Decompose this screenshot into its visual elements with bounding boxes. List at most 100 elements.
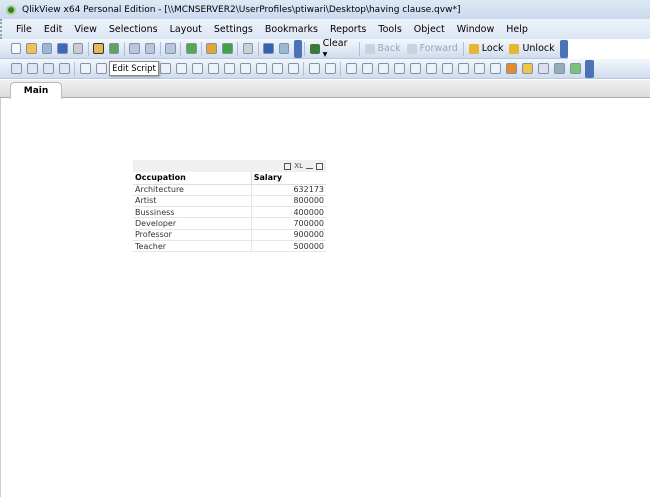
- toolbar-overflow-button[interactable]: [585, 59, 594, 78]
- print-icon[interactable]: [72, 43, 84, 54]
- salary-cell[interactable]: 632173: [250, 184, 326, 196]
- reload-data-icon[interactable]: [108, 43, 120, 54]
- toolbar-overflow-button[interactable]: [293, 39, 303, 58]
- salary-cell[interactable]: 900000: [250, 229, 326, 241]
- grid-icon[interactable]: [473, 63, 485, 74]
- table-row[interactable]: Architecture 632173: [133, 184, 326, 196]
- menu-edit[interactable]: Edit: [38, 24, 68, 35]
- menu-selections[interactable]: Selections: [103, 24, 164, 35]
- edit-script-icon[interactable]: [93, 43, 104, 54]
- clear-button[interactable]: Clear ▾: [307, 38, 356, 60]
- menu-view[interactable]: View: [68, 24, 103, 35]
- properties-icon[interactable]: [537, 63, 549, 74]
- back-button[interactable]: Back: [362, 43, 404, 54]
- table-row[interactable]: Developer 700000: [133, 217, 326, 230]
- new-icon[interactable]: [10, 43, 22, 54]
- menu-layout[interactable]: Layout: [164, 24, 208, 35]
- statistics-icon[interactable]: [95, 63, 107, 74]
- menu-reports[interactable]: Reports: [324, 24, 372, 35]
- occupation-cell[interactable]: Bussiness: [133, 206, 252, 219]
- document-icon[interactable]: [569, 63, 581, 74]
- save-icon[interactable]: [57, 43, 68, 54]
- search-object-icon[interactable]: [239, 63, 251, 74]
- occupation-cell[interactable]: Professor: [133, 229, 252, 241]
- favorite-icon[interactable]: [222, 43, 233, 54]
- move-right-icon[interactable]: [42, 63, 54, 74]
- slider-icon[interactable]: [207, 63, 219, 74]
- salary-cell[interactable]: 400000: [250, 206, 326, 219]
- toolbar-separator: [87, 41, 89, 56]
- undo-icon[interactable]: [129, 43, 140, 54]
- search-icon[interactable]: [165, 43, 176, 54]
- occupation-cell[interactable]: Artist: [133, 195, 252, 208]
- layer-icon[interactable]: [521, 63, 533, 74]
- align-middle-icon[interactable]: [409, 63, 421, 74]
- menu-file[interactable]: File: [10, 24, 38, 35]
- menu-settings[interactable]: Settings: [208, 24, 259, 35]
- toolbar-separator: [462, 41, 464, 56]
- align-bottom-icon[interactable]: [425, 63, 437, 74]
- space-h-icon[interactable]: [441, 63, 453, 74]
- toolbar-overflow-button[interactable]: [559, 39, 569, 58]
- calendar-icon[interactable]: [271, 63, 283, 74]
- straight-table[interactable]: XL Occupation Salary Architecture 632173 Art…: [133, 160, 326, 253]
- column-header-occupation[interactable]: Occupation: [133, 172, 252, 185]
- bookmark-icon[interactable]: [223, 63, 235, 74]
- chart-icon[interactable]: [206, 43, 218, 54]
- excel-icon[interactable]: XL: [294, 162, 303, 170]
- occupation-cell[interactable]: Teacher: [133, 240, 252, 253]
- container-icon[interactable]: [255, 63, 267, 74]
- salary-cell[interactable]: 500000: [250, 240, 326, 253]
- tab-main[interactable]: Main: [10, 82, 62, 99]
- check-icon[interactable]: [185, 43, 197, 54]
- toolbar-separator: [123, 41, 125, 56]
- table-row[interactable]: Artist 800000: [133, 195, 326, 208]
- lock-button[interactable]: Lock: [466, 43, 507, 54]
- column-header-salary[interactable]: Salary: [250, 172, 326, 185]
- edit-icon[interactable]: [242, 43, 254, 54]
- align-icon[interactable]: [308, 63, 320, 74]
- menu-help[interactable]: Help: [500, 24, 534, 35]
- help-icon[interactable]: [263, 43, 274, 54]
- reload-icon[interactable]: [41, 43, 53, 54]
- move-left-icon[interactable]: [26, 63, 38, 74]
- new-sheet-icon[interactable]: [10, 63, 22, 74]
- snap-icon[interactable]: [489, 63, 501, 74]
- menu-window[interactable]: Window: [451, 24, 500, 35]
- listbox-icon[interactable]: [79, 63, 91, 74]
- print-icon[interactable]: [284, 162, 292, 170]
- align-top-icon[interactable]: [393, 63, 405, 74]
- table-row[interactable]: Professor 900000: [133, 229, 326, 241]
- unlock-button[interactable]: Unlock: [506, 43, 557, 54]
- unlock-button-label: Unlock: [522, 43, 555, 54]
- design-icon[interactable]: [324, 63, 336, 74]
- button-icon[interactable]: [159, 63, 171, 74]
- align-right-icon[interactable]: [377, 63, 389, 74]
- server-icon[interactable]: [553, 63, 565, 74]
- menu-object[interactable]: Object: [408, 24, 451, 35]
- whats-this-icon[interactable]: [278, 43, 290, 54]
- align-left-icon[interactable]: [345, 63, 357, 74]
- open-icon[interactable]: [26, 43, 37, 54]
- salary-cell[interactable]: 800000: [250, 195, 326, 208]
- line-icon[interactable]: [191, 63, 203, 74]
- table-row[interactable]: Bussiness 400000: [133, 206, 326, 219]
- space-v-icon[interactable]: [457, 63, 469, 74]
- forward-button[interactable]: Forward: [404, 43, 461, 54]
- occupation-cell[interactable]: Developer: [133, 217, 252, 230]
- color-icon[interactable]: [505, 63, 517, 74]
- occupation-cell[interactable]: Architecture: [133, 184, 252, 196]
- toolbar-separator: [358, 41, 360, 56]
- sheet-props-icon[interactable]: [58, 63, 70, 74]
- chart-wizard-icon[interactable]: [287, 63, 299, 74]
- redo-icon[interactable]: [144, 43, 156, 54]
- toolbar-separator: [180, 41, 182, 56]
- salary-cell[interactable]: 700000: [250, 217, 326, 230]
- align-center-icon[interactable]: [361, 63, 373, 74]
- menu-bookmarks[interactable]: Bookmarks: [259, 24, 324, 35]
- maximize-icon[interactable]: [316, 162, 323, 170]
- table-row[interactable]: Teacher 500000: [133, 240, 326, 253]
- text-icon[interactable]: [175, 63, 187, 74]
- menu-tools[interactable]: Tools: [372, 24, 407, 35]
- minimize-icon[interactable]: [306, 167, 313, 170]
